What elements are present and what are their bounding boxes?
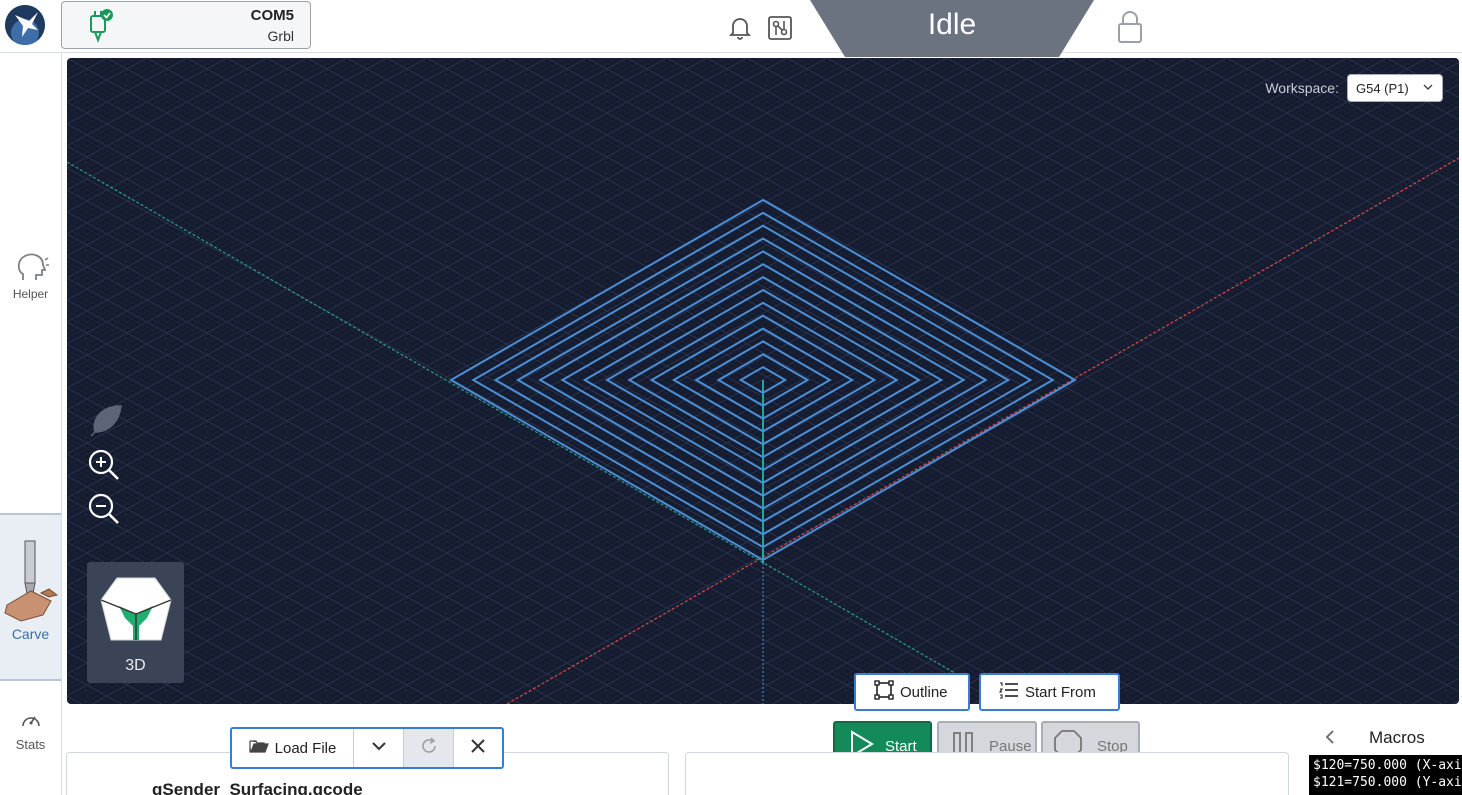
close-icon (470, 738, 486, 759)
console-line: $121=750.000 (Y-axis (1313, 775, 1462, 790)
console-output[interactable]: $120=750.000 (X-axis $121=750.000 (Y-axis (1309, 755, 1462, 795)
sidebar-item-stats[interactable]: Stats (0, 710, 61, 752)
workspace-label: Workspace: (1265, 80, 1339, 96)
top-bar: COM5 Grbl Idle (0, 0, 1462, 57)
start-from-label: Start From (1025, 683, 1096, 701)
sidebar-item-label: Helper (12, 287, 49, 301)
gsender-logo[interactable] (5, 5, 45, 45)
recent-files-dropdown[interactable] (354, 729, 404, 767)
chevron-down-icon (1422, 81, 1434, 96)
sidebar-item-helper[interactable]: Helper (0, 250, 61, 301)
chevron-left-icon[interactable] (1323, 728, 1337, 751)
workspace-selector: Workspace: G54 (P1) (1265, 74, 1443, 102)
load-file-button[interactable]: Load File (232, 729, 354, 767)
workspace-value: G54 (P1) (1356, 81, 1409, 96)
reload-file-button[interactable] (404, 729, 454, 767)
folder-open-icon (249, 738, 269, 758)
firmware-tool-icon[interactable] (767, 15, 793, 46)
sidebar-item-carve[interactable]: Carve (0, 513, 61, 681)
outline-label: Outline (900, 683, 948, 701)
view-cube-button[interactable]: 3D (87, 562, 184, 683)
macros-title: Macros (1369, 728, 1425, 747)
toolpath-view (67, 58, 1459, 704)
reload-icon (419, 736, 439, 761)
usb-plug-connected-icon (84, 8, 114, 49)
start-from-button[interactable]: Start From (979, 673, 1120, 711)
view-cube-icon (97, 570, 175, 653)
macros-header: Macros (1305, 724, 1462, 754)
lock-icon[interactable] (1116, 10, 1144, 49)
numbered-list-icon (998, 681, 1019, 703)
close-file-button[interactable] (454, 729, 502, 767)
left-sidebar: Helper Carve Stats (0, 53, 62, 795)
connection-button[interactable]: COM5 Grbl (61, 1, 311, 49)
load-file-label: Load File (274, 739, 337, 757)
helper-head-icon (0, 250, 61, 287)
machine-state-label: Idle (927, 8, 977, 41)
bell-icon[interactable] (728, 15, 752, 46)
visualizer-canvas[interactable]: Workspace: G54 (P1) 3D (67, 58, 1459, 704)
file-toolbar: Load File (230, 727, 504, 769)
zoom-in-icon[interactable] (87, 448, 121, 487)
outline-square-icon (874, 680, 894, 704)
job-progress-panel (685, 752, 1289, 795)
sidebar-item-label: Stats (15, 737, 46, 752)
view-cube-label: 3D (125, 657, 146, 674)
outline-button[interactable]: Outline (854, 673, 970, 711)
speedometer-icon (0, 710, 61, 733)
workspace-select[interactable]: G54 (P1) (1347, 74, 1443, 102)
feather-lightweight-icon[interactable] (87, 402, 125, 445)
firmware-name: Grbl (267, 28, 294, 44)
console-line: $120=750.000 (X-axis (1313, 758, 1462, 773)
loaded-filename: gSender_Surfacing.gcode (152, 780, 363, 795)
port-name: COM5 (250, 7, 294, 24)
machine-state-banner: Idle (810, 0, 1094, 57)
zoom-out-icon[interactable] (87, 492, 121, 531)
sidebar-item-label: Carve (11, 626, 50, 642)
chevron-down-icon (371, 739, 387, 757)
carve-mill-icon (0, 535, 61, 628)
